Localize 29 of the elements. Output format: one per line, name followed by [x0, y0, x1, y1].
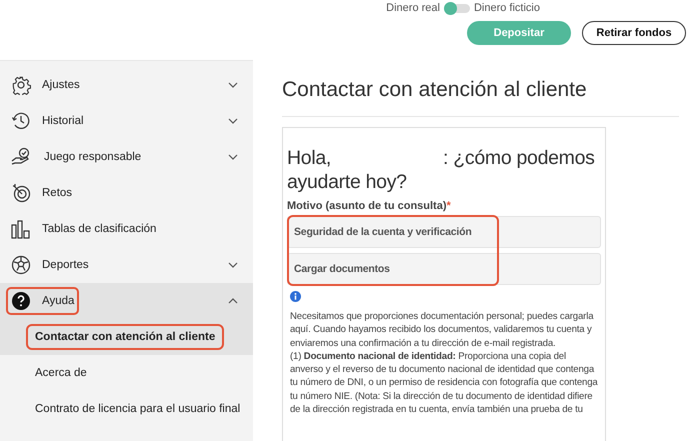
sidebar-item[interactable]: Ajustes	[0, 67, 253, 103]
info-icon	[290, 291, 301, 302]
sidebar-item[interactable]: Juego responsable	[0, 139, 253, 175]
info-paragraph: (1) Documento nacional de identidad: Proporciona una copia del anverso y el reverso de tu documento nacional de identidad que contenga tu número de DNI, o un permiso de residencia con fotografía que contenga tu número NIE. (Nota: Si la dirección de tu documento de identidad difiere de la dirección registrada en tu cuenta, envía también una prueba de tu	[290, 350, 599, 416]
page-title: Contactar con atención al cliente	[282, 78, 679, 117]
gear-icon	[11, 75, 31, 95]
history-icon	[11, 111, 31, 131]
sidebar-subitem[interactable]: Acerca de	[0, 355, 253, 391]
topic-option[interactable]: Seguridad de la cuenta y verificación	[287, 216, 601, 248]
required-mark: *	[446, 200, 451, 212]
topic-option[interactable]: Cargar documentos	[287, 253, 601, 285]
sidebar-item[interactable]: Retos	[0, 175, 253, 211]
soccer-ball-icon	[11, 255, 31, 275]
sidebar-subitem[interactable]: Contactar con atención al cliente	[0, 319, 253, 355]
bar-chart-icon	[11, 219, 31, 239]
sidebar-item[interactable]: Ayuda	[0, 283, 253, 319]
mode-toggle[interactable]	[444, 4, 470, 12]
target-icon	[11, 183, 31, 203]
withdraw-button[interactable]: Retirar fondos	[582, 21, 686, 45]
help-icon	[11, 291, 31, 311]
sidebar-item[interactable]: Tablas de clasificación	[0, 211, 253, 247]
sidebar-item[interactable]: Deportes	[0, 247, 253, 283]
mode-label: Dinero real	[386, 2, 440, 14]
field-label: Motivo (asunto de tu consulta)	[287, 200, 446, 212]
info-paragraph: Necesitamos que proporciones documentación personal; puedes cargarla aquí. Cuando hayamos recibido los documentos, validaremos tu cuenta y enviaremos una confirmación a tu dirección de e-mail registrada.	[290, 310, 595, 350]
greeting-heading: Hola, : ¿cómo podemos ayudarte hoy?	[287, 146, 596, 194]
sidebar-subitem[interactable]: Contrato de licencia para el usuario final	[0, 391, 253, 427]
sidebar-item[interactable]: Historial	[0, 103, 253, 139]
mode-label: Dinero ficticio	[474, 2, 540, 14]
